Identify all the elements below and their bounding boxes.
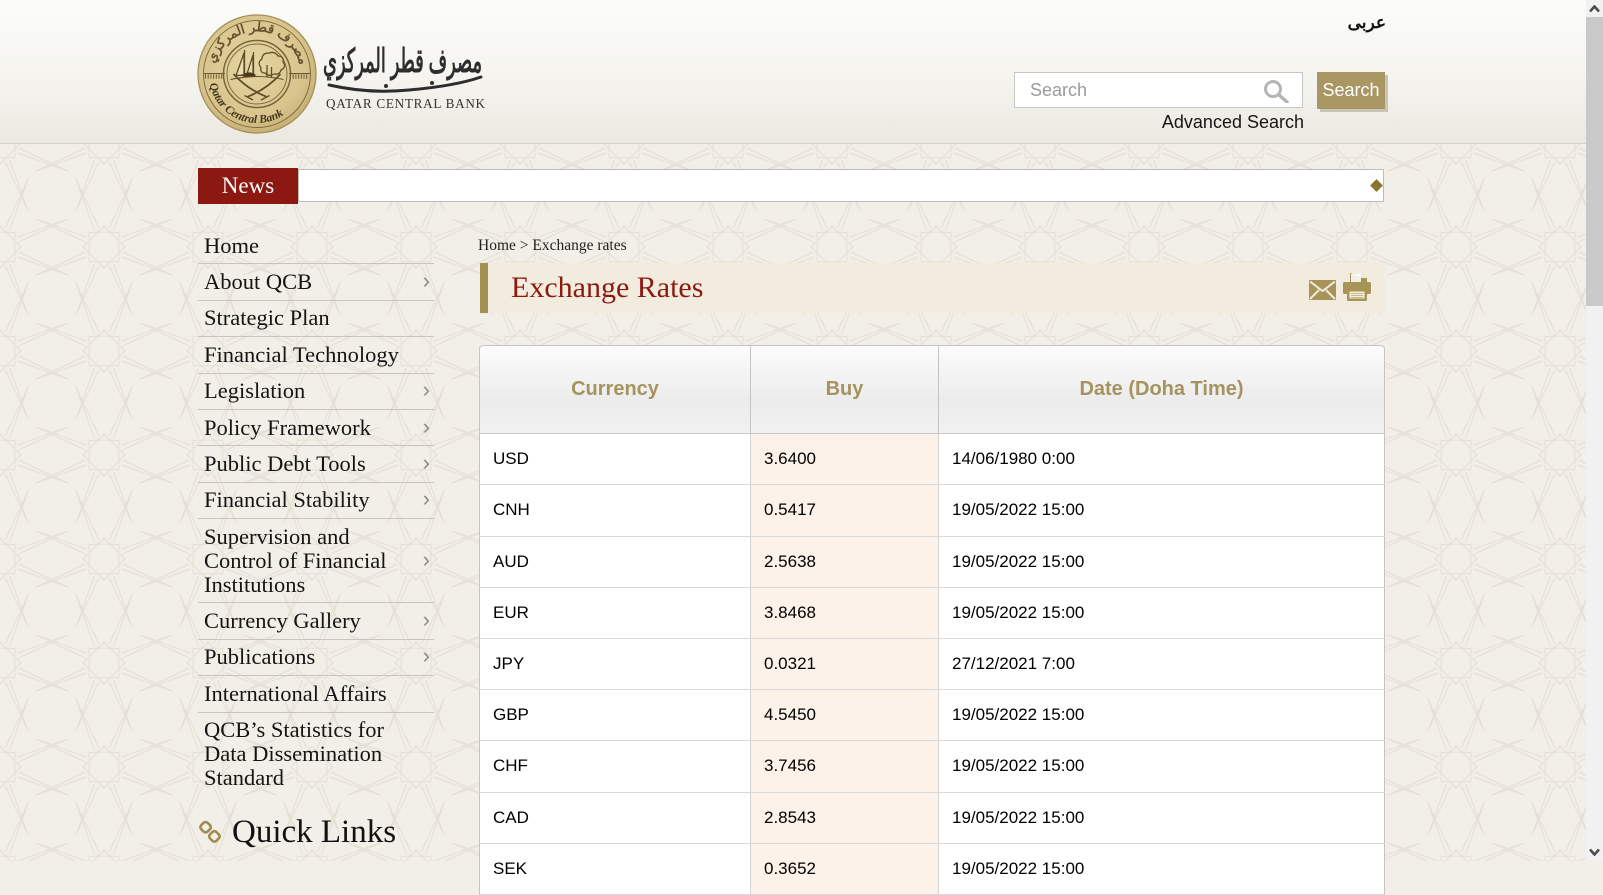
svg-text:مصرف قطر المركزي: مصرف قطر المركزي <box>323 42 482 81</box>
